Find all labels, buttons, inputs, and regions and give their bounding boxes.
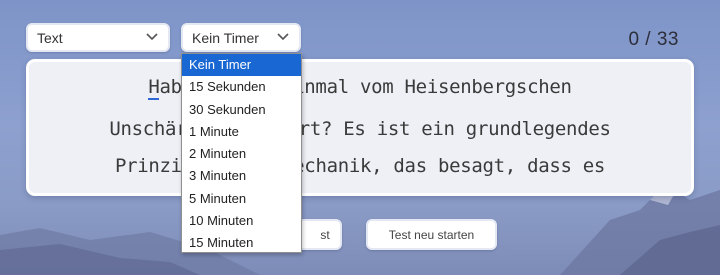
timer-option[interactable]: 5 Minuten: [182, 188, 301, 210]
timer-option[interactable]: 3 Minuten: [182, 165, 301, 187]
timer-option[interactable]: 15 Minuten: [182, 232, 301, 254]
chevron-down-icon: [277, 33, 289, 41]
restart-test-button[interactable]: Test neu starten: [366, 219, 497, 250]
text-line-2: Unschärfep hört? Es ist ein grundlegende…: [109, 118, 611, 140]
timer-option[interactable]: 2 Minuten: [182, 143, 301, 165]
timer-option[interactable]: 15 Sekunden: [182, 76, 301, 98]
timer-option[interactable]: 10 Minuten: [182, 210, 301, 232]
timer-select[interactable]: Kein Timer: [181, 23, 301, 52]
text-line-3: Prinzip de mechanik, das besagt, dass es: [114, 155, 606, 177]
mode-select-value: Text: [37, 29, 63, 46]
timer-dropdown-list[interactable]: Kein Timer 15 Sekunden 30 Sekunden 1 Minute…: [181, 53, 302, 253]
timer-select-value: Kein Timer: [192, 29, 259, 46]
mode-select[interactable]: Text: [26, 23, 170, 52]
timer-option[interactable]: 30 Sekunden: [182, 99, 301, 121]
current-char: H: [148, 76, 160, 100]
typing-text-box[interactable]: Haben S einmal vom Heisenbergschen Unsch…: [26, 59, 694, 196]
timer-option[interactable]: 1 Minute: [182, 121, 301, 143]
test-button-label: st: [320, 227, 330, 242]
chevron-down-icon: [146, 33, 158, 41]
restart-test-button-label: Test neu starten: [388, 227, 475, 242]
timer-option[interactable]: Kein Timer: [182, 54, 301, 77]
text-line-1: Haben S einmal vom Heisenbergschen: [29, 76, 691, 100]
word-counter: 0 / 33: [628, 29, 679, 50]
